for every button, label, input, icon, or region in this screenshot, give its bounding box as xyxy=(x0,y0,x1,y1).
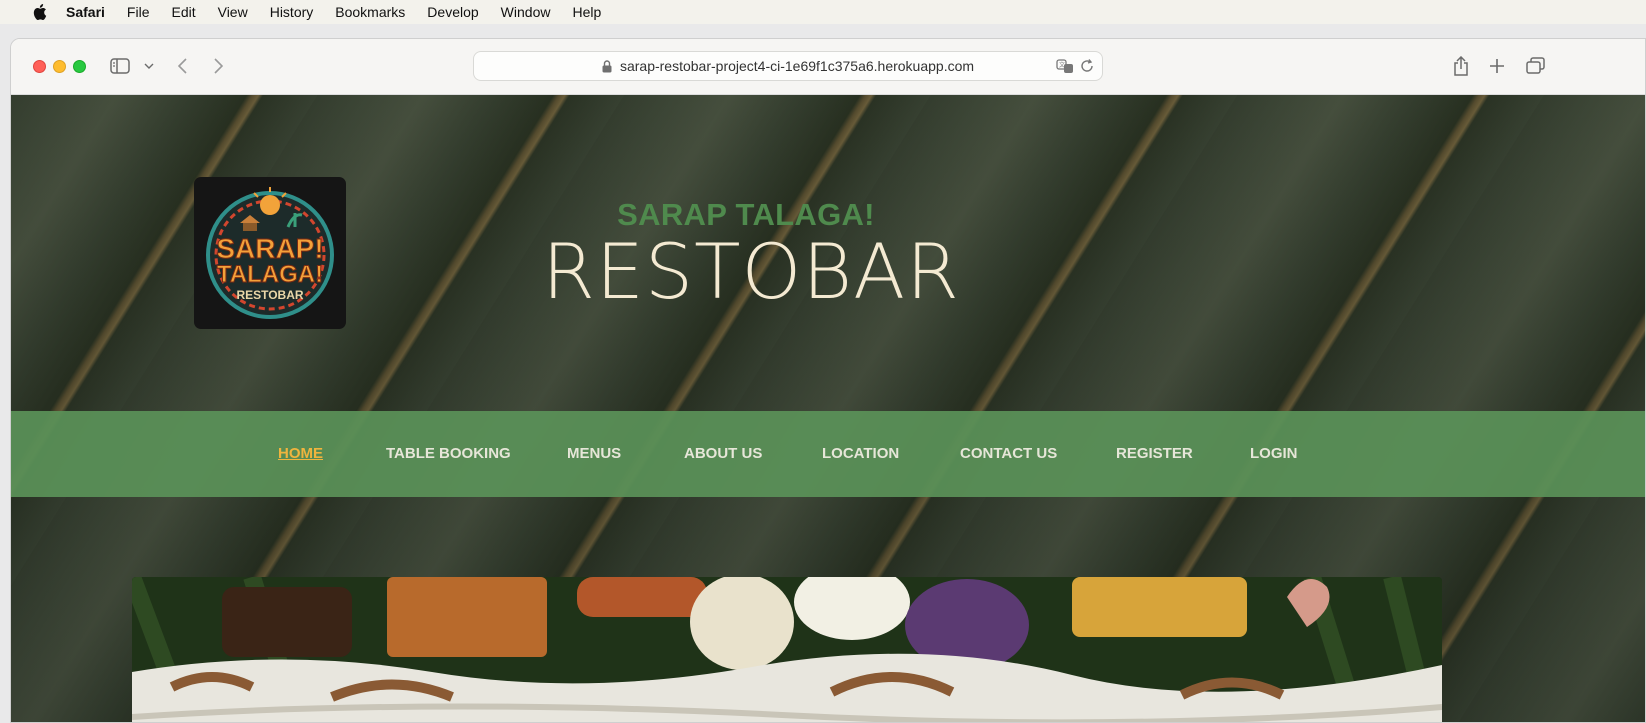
logo-text-line2: TALAGA! xyxy=(217,261,323,288)
address-bar[interactable]: sarap-restobar-project4-ci-1e69f1c375a6.… xyxy=(473,51,1103,81)
nav-home[interactable]: HOME xyxy=(278,445,323,462)
site-logo[interactable]: SARAP! TALAGA! RESTOBAR xyxy=(194,177,346,329)
nav-table-booking[interactable]: TABLE BOOKING xyxy=(386,445,511,462)
nav-location[interactable]: LOCATION xyxy=(822,445,899,462)
menu-help[interactable]: Help xyxy=(572,4,601,20)
forward-icon[interactable] xyxy=(211,55,225,77)
menu-edit[interactable]: Edit xyxy=(171,4,195,20)
apple-icon[interactable] xyxy=(32,4,48,20)
main-navigation: HOME TABLE BOOKING MENUS ABOUT US LOCATI… xyxy=(11,411,1645,497)
back-icon[interactable] xyxy=(175,55,189,77)
svg-text:文: 文 xyxy=(1059,61,1065,69)
nav-menus[interactable]: MENUS xyxy=(567,445,621,462)
sidebar-icon[interactable] xyxy=(109,55,131,77)
browser-window: sarap-restobar-project4-ci-1e69f1c375a6.… xyxy=(10,38,1646,723)
menu-file[interactable]: File xyxy=(127,4,150,20)
menu-window[interactable]: Window xyxy=(501,4,551,20)
logo-text-line3: RESTOBAR xyxy=(236,288,303,302)
macos-menubar: Safari File Edit View History Bookmarks … xyxy=(0,0,1646,24)
menu-bookmarks[interactable]: Bookmarks xyxy=(335,4,405,20)
url-text: sarap-restobar-project4-ci-1e69f1c375a6.… xyxy=(619,58,975,74)
page-viewport: SARAP! TALAGA! RESTOBAR SARAP TALAGA! RE… xyxy=(11,95,1645,722)
nav-login[interactable]: LOGIN xyxy=(1250,445,1298,462)
menu-develop[interactable]: Develop xyxy=(427,4,478,20)
tab-overview-icon[interactable] xyxy=(1525,55,1547,77)
share-icon[interactable] xyxy=(1451,55,1471,77)
nav-about-us[interactable]: ABOUT US xyxy=(684,445,762,462)
reload-icon[interactable] xyxy=(1080,58,1094,77)
menu-app-safari[interactable]: Safari xyxy=(66,4,105,20)
hero-food-image xyxy=(132,577,1442,722)
close-window-button[interactable] xyxy=(33,60,46,73)
logo-emblem: SARAP! TALAGA! RESTOBAR xyxy=(206,187,334,319)
zoom-window-button[interactable] xyxy=(73,60,86,73)
browser-toolbar: sarap-restobar-project4-ci-1e69f1c375a6.… xyxy=(11,39,1645,95)
new-tab-icon[interactable] xyxy=(1487,55,1507,77)
minimize-window-button[interactable] xyxy=(53,60,66,73)
menu-view[interactable]: View xyxy=(218,4,248,20)
site-brand-title: RESTOBAR xyxy=(542,227,960,316)
nav-contact-us[interactable]: CONTACT US xyxy=(960,445,1057,462)
chevron-down-icon[interactable] xyxy=(143,55,155,77)
menu-history[interactable]: History xyxy=(270,4,314,20)
lock-icon xyxy=(602,59,612,73)
nav-register[interactable]: REGISTER xyxy=(1116,445,1193,462)
logo-text-line1: SARAP! xyxy=(216,233,323,264)
translate-icon[interactable]: 文 xyxy=(1056,58,1074,77)
